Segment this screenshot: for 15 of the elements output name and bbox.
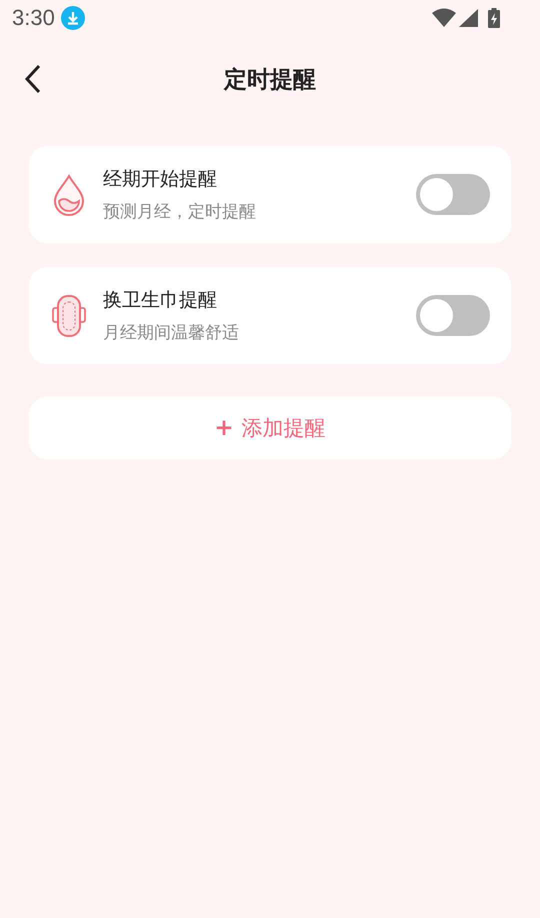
reminder-subtitle: 月经期间温馨舒适 bbox=[103, 322, 240, 344]
download-icon bbox=[60, 6, 85, 30]
battery-icon bbox=[488, 8, 500, 28]
reminder-title: 换卫生巾提醒 bbox=[103, 288, 218, 313]
reminder-title: 经期开始提醒 bbox=[103, 167, 218, 192]
drop-icon bbox=[53, 172, 85, 216]
pad-icon bbox=[52, 294, 86, 338]
reminder-subtitle: 预测月经，定时提醒 bbox=[103, 201, 257, 223]
signal-icon bbox=[458, 8, 478, 28]
toggle-switch[interactable] bbox=[416, 295, 490, 336]
add-reminder-button[interactable]: + 添加提醒 bbox=[29, 397, 511, 459]
wifi-icon bbox=[432, 8, 456, 28]
toggle-switch[interactable] bbox=[416, 174, 490, 215]
page-title: 定时提醒 bbox=[224, 66, 316, 94]
clock: 3:30 bbox=[12, 5, 55, 31]
